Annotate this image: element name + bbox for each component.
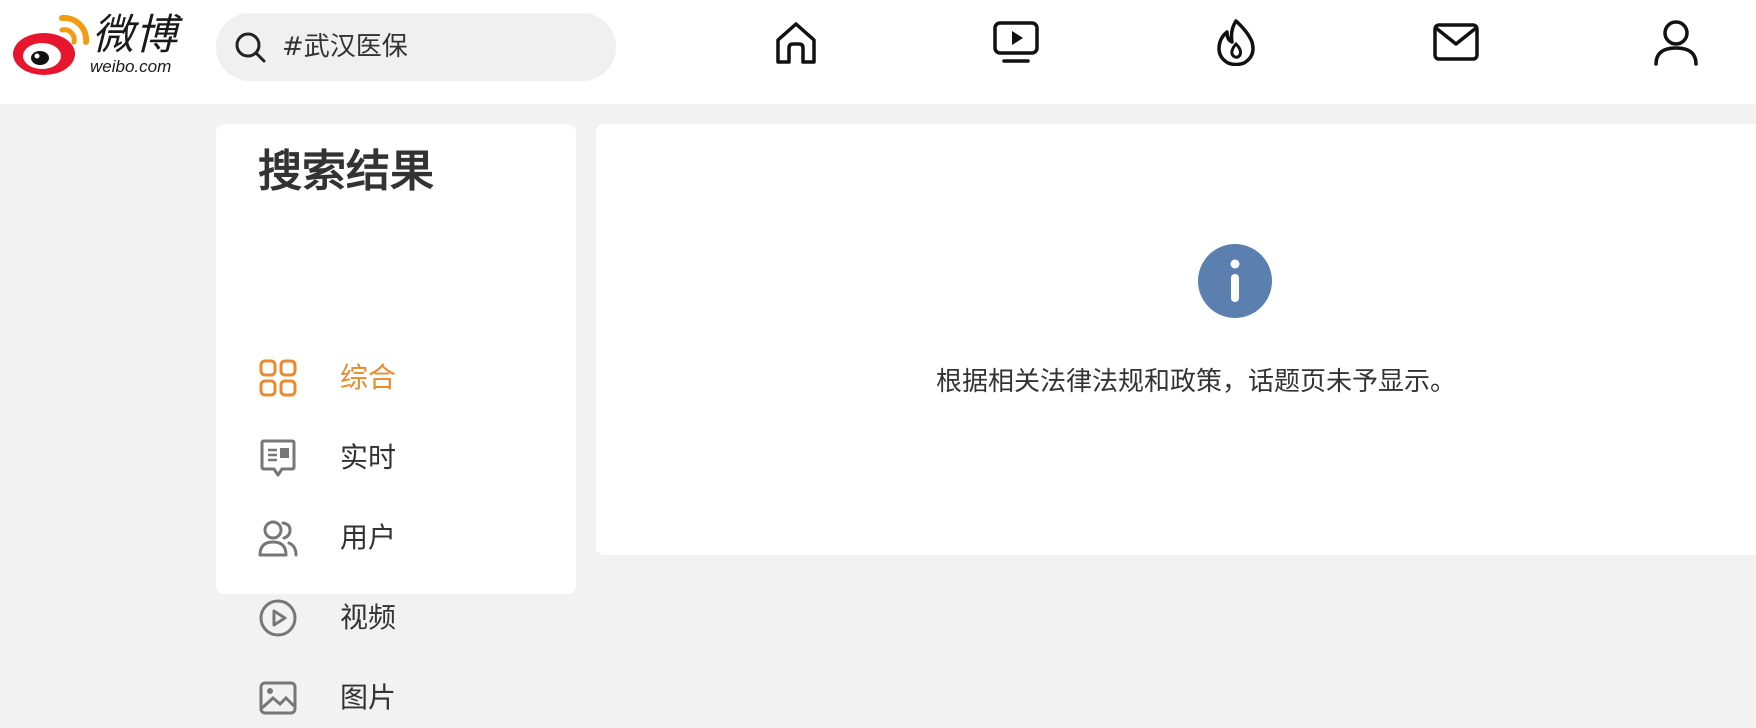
- video-icon[interactable]: [992, 18, 1040, 66]
- main-content-panel: 根据相关法律法规和政策，话题页未予显示。: [596, 124, 1756, 555]
- search-bar[interactable]: [216, 13, 616, 81]
- restriction-notice: 根据相关法律法规和政策，话题页未予显示。: [935, 367, 1456, 397]
- weibo-logo[interactable]: 微博 weibo.com: [12, 10, 192, 78]
- sidebar-item-label: 视频: [340, 601, 397, 634]
- sidebar-item-label: 实时: [340, 441, 397, 474]
- search-filter-sidebar: 搜索结果 综合 实时 用户 视频 图片: [216, 124, 576, 715]
- search-icon[interactable]: [233, 30, 267, 64]
- mail-icon[interactable]: [1432, 18, 1480, 66]
- sidebar-item-label: 图片: [340, 681, 397, 714]
- logo-text: 微博: [92, 10, 179, 59]
- sidebar-item-label: 用户: [340, 521, 397, 554]
- sidebar-item-realtime[interactable]: 实时: [258, 428, 558, 488]
- flame-icon[interactable]: [1212, 18, 1260, 66]
- home-icon[interactable]: [772, 18, 820, 66]
- grid-icon: [259, 359, 297, 397]
- sidebar-item-images[interactable]: 图片: [258, 668, 558, 728]
- sidebar-item-comprehensive[interactable]: 综合: [258, 348, 558, 408]
- sidebar-item-video[interactable]: 视频: [258, 588, 558, 648]
- image-icon: [259, 681, 297, 715]
- logo-subtext: weibo.com: [90, 57, 172, 76]
- info-icon: [1198, 244, 1272, 318]
- sidebar-title: 搜索结果: [258, 146, 434, 197]
- realtime-icon: [260, 439, 296, 477]
- search-input[interactable]: [282, 13, 602, 81]
- sidebar-item-label: 综合: [340, 361, 397, 394]
- top-navbar: 微博 weibo.com: [0, 0, 1756, 104]
- users-icon: [258, 520, 298, 557]
- user-icon[interactable]: [1652, 18, 1700, 66]
- sidebar-item-users[interactable]: 用户: [258, 508, 558, 568]
- play-icon: [259, 599, 297, 637]
- weibo-eye-icon: [13, 14, 90, 75]
